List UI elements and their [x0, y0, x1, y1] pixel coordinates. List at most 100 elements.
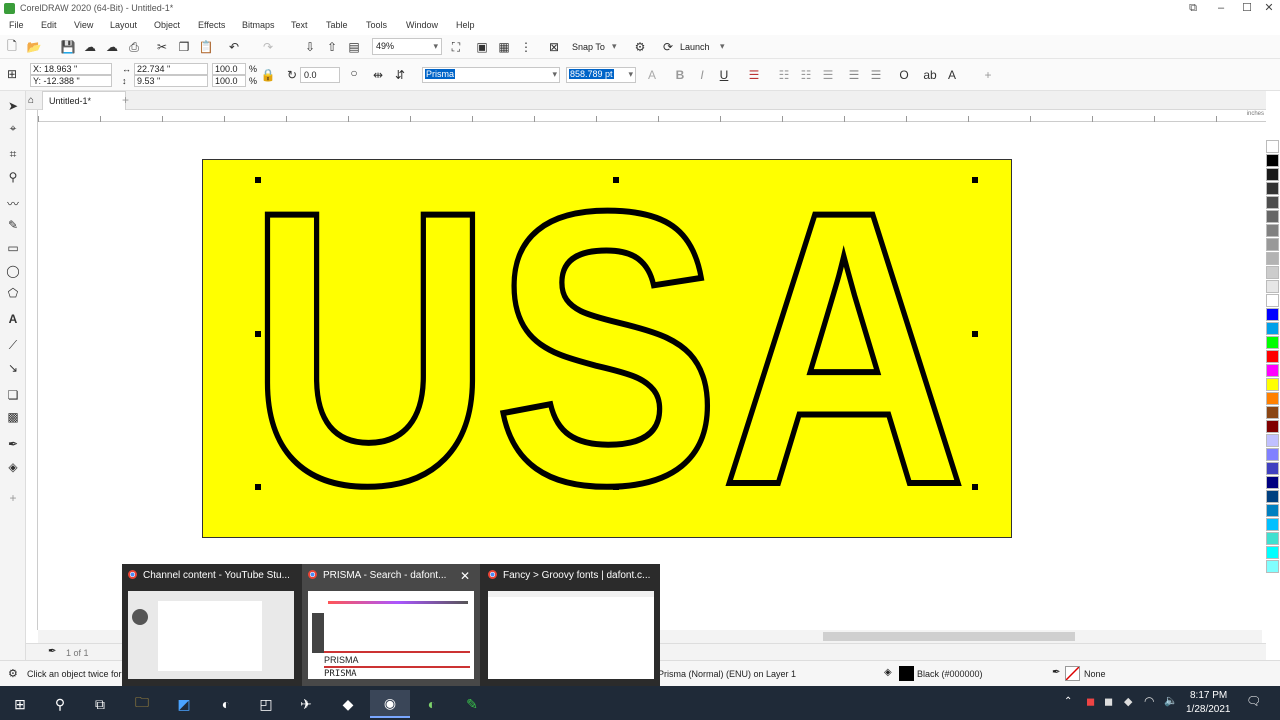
color-swatch[interactable] [1266, 322, 1279, 335]
search-icon[interactable]: ⚲ [40, 690, 80, 718]
shape-tool-icon[interactable]: ⌖ [4, 119, 22, 137]
selection-handle[interactable] [613, 484, 619, 490]
chrome-icon[interactable]: ◉ [370, 690, 410, 718]
color-swatch[interactable] [1266, 266, 1279, 279]
freehand-tool-icon[interactable]: 〰 [4, 194, 22, 212]
app-icon[interactable]: ◆ [328, 690, 368, 718]
edit-text-icon[interactable]: ab [922, 67, 938, 83]
color-swatch[interactable] [1266, 406, 1279, 419]
color-swatch[interactable] [1266, 532, 1279, 545]
tray-app-icon[interactable]: ◆ [1124, 695, 1132, 708]
color-swatch[interactable] [1266, 294, 1279, 307]
color-swatch[interactable] [1266, 168, 1279, 181]
app-icon[interactable]: ◩ [164, 690, 204, 718]
chevron-down-icon[interactable]: ▾ [720, 41, 725, 52]
launch-dropdown[interactable]: Launch [680, 42, 710, 52]
color-swatch[interactable] [1266, 308, 1279, 321]
italic-icon[interactable]: I [694, 67, 710, 83]
app-icon[interactable]: ✈ [286, 690, 326, 718]
height-field[interactable]: 9.53 " [134, 75, 208, 87]
scale-width-field[interactable]: 100.0 [212, 63, 246, 75]
crop-tool-icon[interactable]: ⌗ [4, 145, 22, 163]
bullet-list-icon[interactable]: ☷ [776, 67, 792, 83]
chevron-down-icon[interactable]: ▾ [612, 41, 617, 52]
tab-untitled-1[interactable]: Untitled-1* [42, 91, 126, 110]
text-properties-icon[interactable]: ☰ [846, 67, 862, 83]
launch-icon[interactable]: ⟳ [660, 39, 676, 55]
font-family-select[interactable]: Prisma ▾ [422, 67, 560, 83]
polygon-tool-icon[interactable]: ⬠ [4, 284, 22, 302]
selection-handle[interactable] [255, 484, 261, 490]
undo-icon[interactable]: ↶ [226, 39, 242, 55]
color-swatch[interactable] [1266, 462, 1279, 475]
menu-layout[interactable]: Layout [110, 20, 137, 30]
vertical-ruler[interactable] [26, 110, 38, 630]
task-view-icon[interactable]: ⧉ [80, 690, 120, 718]
new-tab-icon[interactable]: + [122, 93, 129, 107]
cut-icon[interactable]: ✂ [154, 39, 170, 55]
grid-icon[interactable]: ▦ [496, 39, 512, 55]
color-swatch[interactable] [1266, 210, 1279, 223]
color-swatch[interactable] [1266, 378, 1279, 391]
selection-handle[interactable] [972, 484, 978, 490]
color-swatch[interactable] [1266, 392, 1279, 405]
eyedropper-icon[interactable]: ✒ [4, 435, 22, 453]
snap-off-icon[interactable]: ⊠ [546, 39, 562, 55]
menu-tools[interactable]: Tools [366, 20, 387, 30]
clock-time[interactable]: 8:17 PM [1190, 690, 1227, 701]
menu-bitmaps[interactable]: Bitmaps [242, 20, 275, 30]
zoom-tool-icon[interactable]: ⚲ [4, 168, 22, 186]
color-swatch[interactable] [1266, 224, 1279, 237]
selection-handle[interactable] [255, 177, 261, 183]
print-icon[interactable]: ⎙ [126, 39, 142, 55]
file-explorer-icon[interactable]: 🗀 [122, 690, 162, 718]
restore-menu-icon[interactable]: ⧉ [1180, 0, 1206, 17]
thumbnail-youtube[interactable]: Channel content - YouTube Stu... [122, 564, 300, 686]
color-swatch[interactable] [1266, 420, 1279, 433]
ellipse-tool-icon[interactable]: ◯ [4, 262, 22, 280]
object-origin-icon[interactable]: ⊞ [4, 66, 20, 82]
add-icon[interactable]: + [980, 67, 996, 83]
cloud-upload-icon[interactable]: ☁ [82, 39, 98, 55]
font-size-select[interactable]: 858.789 pt ▾ [566, 67, 636, 83]
color-swatch[interactable] [1266, 364, 1279, 377]
bold-icon[interactable]: B [672, 67, 688, 83]
menu-file[interactable]: File [9, 20, 24, 30]
selection-handle[interactable] [255, 331, 261, 337]
color-swatch[interactable] [1266, 280, 1279, 293]
home-icon[interactable]: ⌂ [28, 95, 34, 106]
scrollbar-thumb[interactable] [823, 632, 1075, 641]
color-swatch[interactable] [1266, 238, 1279, 251]
text-align-icon[interactable]: ☰ [746, 67, 762, 83]
gear-icon[interactable]: ⚙ [8, 667, 18, 680]
color-swatch[interactable] [1266, 182, 1279, 195]
menu-object[interactable]: Object [154, 20, 180, 30]
snap-to-dropdown[interactable]: Snap To [572, 42, 605, 52]
clock-date[interactable]: 1/28/2021 [1186, 704, 1231, 715]
scale-height-field[interactable]: 100.0 [212, 75, 246, 87]
eyedropper-icon[interactable]: ✒ [48, 646, 56, 657]
transparency-icon[interactable]: ▩ [4, 408, 22, 426]
new-document-icon[interactable]: 🗋 [4, 39, 20, 55]
import-icon[interactable]: ⇩ [302, 39, 318, 55]
volume-icon[interactable]: 🔈 [1164, 694, 1178, 707]
color-swatch[interactable] [1266, 434, 1279, 447]
tray-app-icon[interactable]: ◼ [1086, 695, 1095, 708]
usa-artwork[interactable]: USA [202, 159, 1012, 538]
chevron-up-icon[interactable]: ⌃ [1064, 696, 1072, 707]
zoom-level-field[interactable]: 49% ▾ [372, 38, 442, 55]
outline-color-swatch[interactable] [1065, 666, 1080, 681]
drop-cap-icon[interactable]: ☰ [820, 67, 836, 83]
color-swatch[interactable] [1266, 252, 1279, 265]
menu-edit[interactable]: Edit [41, 20, 57, 30]
thumbnail-prisma-search[interactable]: PRISMA - Search - dafont... ✕ PRISMA PRI… [302, 564, 480, 686]
color-swatch[interactable] [1266, 140, 1279, 153]
rotation-field[interactable]: 0.0 [300, 67, 340, 83]
paste-icon[interactable]: 📋 [198, 39, 214, 55]
parallel-dimension-icon[interactable]: ⟋ [4, 336, 22, 354]
menu-help[interactable]: Help [456, 20, 475, 30]
color-swatch[interactable] [1266, 336, 1279, 349]
tray-app-icon[interactable]: ◼ [1104, 695, 1113, 708]
redo-icon[interactable]: ↷ [260, 39, 276, 55]
text-orientation-icon[interactable]: A [944, 67, 960, 83]
